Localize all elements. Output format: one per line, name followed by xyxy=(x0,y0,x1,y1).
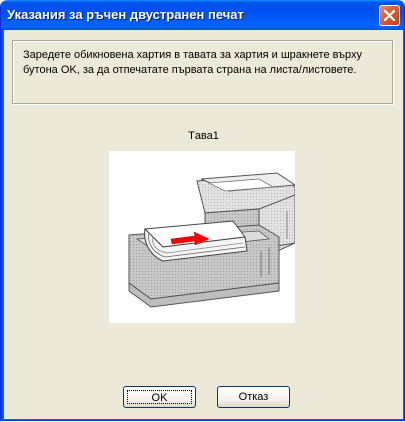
ok-button[interactable]: OK xyxy=(123,386,196,408)
printer-tray-image xyxy=(128,172,295,308)
ok-button-label: OK xyxy=(127,390,192,404)
close-button[interactable] xyxy=(379,5,400,26)
dialog-window: Указания за ръчен двустранен печат Заред… xyxy=(0,0,405,421)
instruction-text: Заредете обикновена хартия в тавата за х… xyxy=(23,48,383,78)
instruction-line-1: Заредете обикновена хартия в тавата за х… xyxy=(23,49,362,61)
instruction-box: Заредете обикновена хартия в тавата за х… xyxy=(12,40,393,104)
title-bar[interactable]: Указания за ръчен двустранен печат xyxy=(1,0,404,30)
cancel-button[interactable]: Отказ xyxy=(217,386,290,408)
close-icon xyxy=(383,9,396,22)
paper-tray-illustration xyxy=(109,151,295,323)
window-frame-bottom xyxy=(1,419,404,420)
cancel-button-label: Отказ xyxy=(238,391,269,403)
tray-label: Tава1 xyxy=(188,130,219,142)
window-title: Указания за ръчен двустранен печат xyxy=(7,7,244,22)
dialog-body: Заредете обикновена хартия в тавата за х… xyxy=(4,30,403,419)
instruction-line-2: бутона OK, за да отпечатате първата стра… xyxy=(23,64,357,76)
